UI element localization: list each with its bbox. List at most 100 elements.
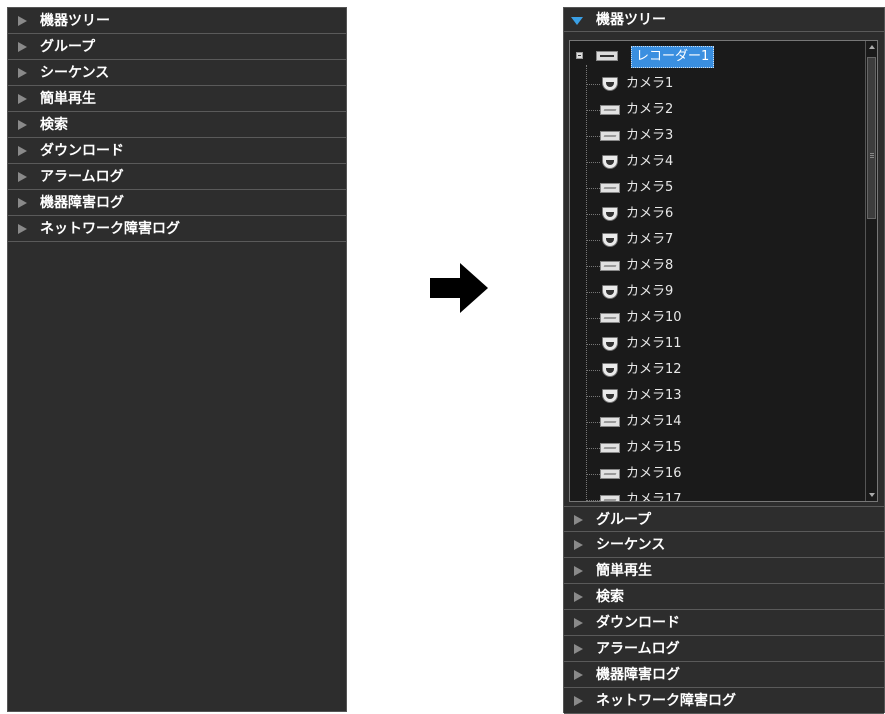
- collapsed-triangle-icon: [18, 146, 27, 156]
- camera-label: カメラ1: [626, 76, 674, 91]
- device-menu-expanded: 機器ツリー レコーダー1 カメラ1 カメラ2 カメラ3 カメラ4 カメラ5 カメラ6 カメラ…: [563, 7, 885, 714]
- dome-camera-icon: [600, 232, 620, 248]
- accordion-header[interactable]: 簡単再生: [564, 558, 884, 584]
- tree-connector: [586, 318, 600, 319]
- scroll-down-icon[interactable]: [869, 493, 875, 497]
- tree-connector: [586, 240, 600, 241]
- accordion-header-label: シーケンス: [596, 537, 666, 553]
- dome-camera-icon: [600, 284, 620, 300]
- tree-connector: [586, 448, 600, 449]
- tree-connector: [586, 292, 600, 293]
- tree-connector: [586, 396, 600, 397]
- accordion-header-label: 機器ツリー: [40, 13, 110, 29]
- recorder-label[interactable]: レコーダー1: [631, 46, 715, 68]
- collapse-toggle-icon[interactable]: [576, 52, 583, 59]
- camera-label: カメラ14: [626, 414, 682, 429]
- camera-label: カメラ13: [626, 388, 682, 403]
- accordion-header-label: 検索: [596, 589, 624, 605]
- camera-label: カメラ5: [626, 180, 674, 195]
- accordion-header[interactable]: 検索: [564, 584, 884, 610]
- collapsed-triangle-icon: [574, 515, 583, 525]
- tree-scrollbar[interactable]: [865, 41, 877, 501]
- accordion-header-label: シーケンス: [40, 65, 110, 81]
- expanded-triangle-icon: [571, 17, 583, 25]
- accordion-header[interactable]: ネットワーク障害ログ: [8, 216, 346, 242]
- dome-camera-icon: [600, 154, 620, 170]
- camera-label: カメラ12: [626, 362, 682, 377]
- accordion-header-label: 検索: [40, 117, 68, 133]
- tree-connector: [586, 500, 600, 501]
- box-camera-icon: [600, 466, 620, 482]
- accordion-header-label: グループ: [40, 39, 96, 55]
- dome-camera-icon: [600, 336, 620, 352]
- accordion-header[interactable]: グループ: [8, 34, 346, 60]
- collapsed-triangle-icon: [18, 120, 27, 130]
- scroll-thumb[interactable]: [867, 57, 876, 219]
- right-arrow-icon: [430, 263, 488, 313]
- accordion-header-label: 機器ツリー: [596, 12, 666, 28]
- accordion-header[interactable]: 簡単再生: [8, 86, 346, 112]
- dome-camera-icon: [600, 76, 620, 92]
- box-camera-icon: [600, 258, 620, 274]
- collapsed-triangle-icon: [574, 540, 583, 550]
- collapsed-triangle-icon: [18, 68, 27, 78]
- collapsed-triangle-icon: [18, 224, 27, 234]
- camera-label: カメラ11: [626, 336, 682, 351]
- accordion-header[interactable]: ダウンロード: [8, 138, 346, 164]
- camera-label: カメラ2: [626, 102, 674, 117]
- accordion-header-label: アラームログ: [40, 169, 124, 185]
- accordion-list: グループシーケンス簡単再生検索ダウンロード アラームログ機器障害ログ ネットワーク障…: [564, 506, 884, 714]
- accordion-header[interactable]: シーケンス: [564, 532, 884, 558]
- camera-label: カメラ16: [626, 466, 682, 481]
- accordion-header[interactable]: グループ: [564, 506, 884, 532]
- collapsed-triangle-icon: [574, 644, 583, 654]
- accordion-header-label: 簡単再生: [40, 91, 96, 107]
- box-camera-icon: [600, 310, 620, 326]
- accordion-header-label: ネットワーク障害ログ: [40, 221, 180, 237]
- collapsed-triangle-icon: [18, 198, 27, 208]
- tree-connector: [586, 162, 600, 163]
- device-menu-collapsed: 機器ツリーグループシーケンス簡単再生検索ダウンロード アラームログ 機器障害ログネッ…: [7, 7, 347, 712]
- camera-label: カメラ7: [626, 232, 674, 247]
- camera-label: カメラ3: [626, 128, 674, 143]
- accordion-header[interactable]: シーケンス: [8, 60, 346, 86]
- accordion-header-device-tree[interactable]: 機器ツリー: [564, 8, 884, 32]
- accordion-header-label: 機器障害ログ: [40, 195, 124, 211]
- accordion-header[interactable]: ダウンロード: [564, 610, 884, 636]
- camera-label: カメラ15: [626, 440, 682, 455]
- box-camera-icon: [600, 440, 620, 456]
- tree-connector: [586, 474, 600, 475]
- dome-camera-icon: [600, 362, 620, 378]
- accordion-header-label: アラームログ: [596, 641, 680, 657]
- tree-connector: [586, 188, 600, 189]
- accordion-header[interactable]: 機器ツリー: [8, 8, 346, 34]
- accordion-header-label: 簡単再生: [596, 563, 652, 579]
- tree-connector: [586, 214, 600, 215]
- accordion-header[interactable]: 機器障害ログ: [8, 190, 346, 216]
- scroll-up-icon[interactable]: [869, 45, 875, 49]
- camera-label: カメラ9: [626, 284, 674, 299]
- accordion-header[interactable]: 機器障害ログ: [564, 662, 884, 688]
- box-camera-icon: [600, 492, 620, 501]
- camera-label: カメラ4: [626, 154, 674, 169]
- tree-connector: [586, 344, 600, 345]
- collapsed-triangle-icon: [574, 592, 583, 602]
- accordion-header[interactable]: 検索: [8, 112, 346, 138]
- accordion-header[interactable]: アラームログ: [564, 636, 884, 662]
- accordion-list: 機器ツリーグループシーケンス簡単再生検索ダウンロード アラームログ 機器障害ログネッ…: [8, 8, 346, 242]
- dome-camera-icon: [600, 388, 620, 404]
- recorder-icon: [596, 51, 618, 61]
- tree-connector: [586, 65, 587, 501]
- camera-label: カメラ10: [626, 310, 682, 325]
- collapsed-triangle-icon: [18, 172, 27, 182]
- accordion-header[interactable]: アラームログ: [8, 164, 346, 190]
- device-tree[interactable]: レコーダー1 カメラ1 カメラ2 カメラ3 カメラ4 カメラ5 カメラ6 カメラ7 カメラ8 カ…: [569, 40, 878, 502]
- accordion-header[interactable]: ネットワーク障害ログ: [564, 688, 884, 714]
- tree-connector: [586, 110, 600, 111]
- box-camera-icon: [600, 180, 620, 196]
- camera-label: カメラ6: [626, 206, 674, 221]
- collapsed-triangle-icon: [574, 670, 583, 680]
- box-camera-icon: [600, 102, 620, 118]
- accordion-header-label: ダウンロード: [40, 143, 124, 159]
- accordion-header-label: ダウンロード: [596, 615, 680, 631]
